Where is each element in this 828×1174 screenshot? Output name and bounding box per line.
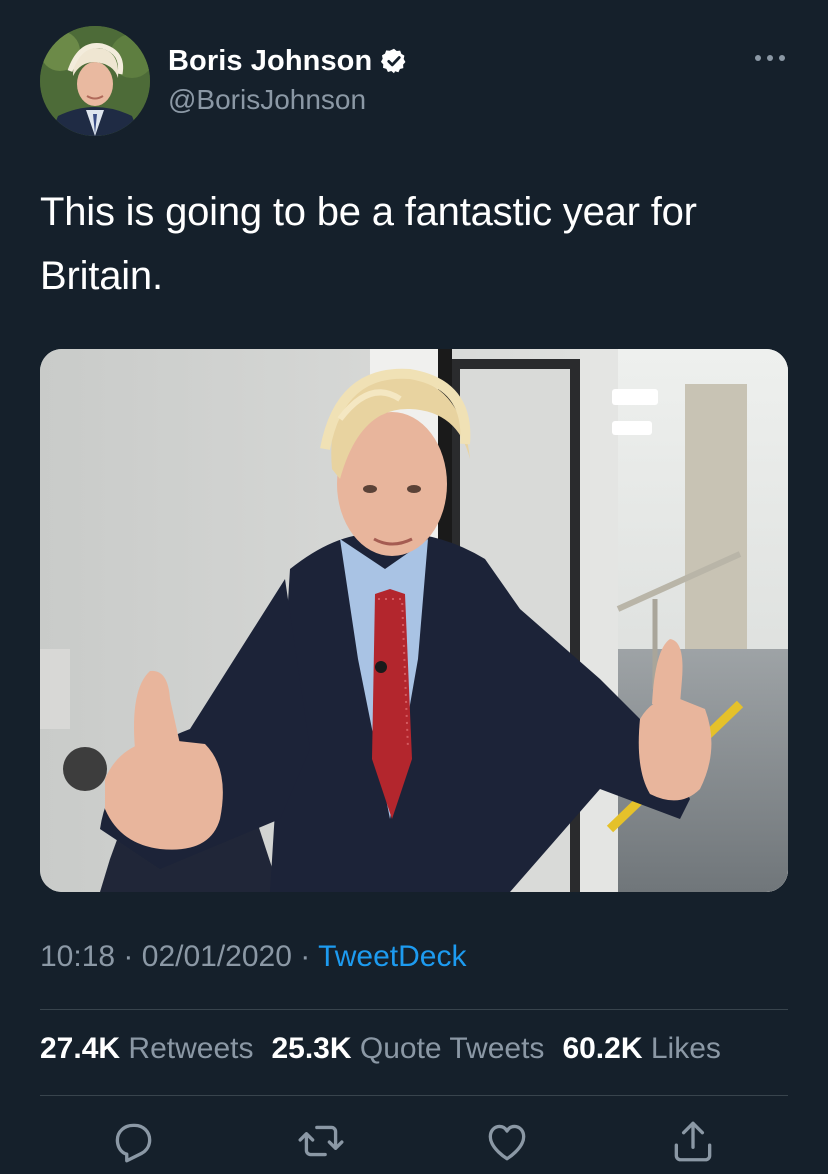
tweet-timestamp: 10:18 · 02/01/2020 · TweetDeck <box>40 940 466 974</box>
likes-stat[interactable]: 60.2K Likes <box>562 1032 720 1065</box>
reply-icon[interactable] <box>108 1116 158 1166</box>
meta-separator: · <box>123 940 134 973</box>
author-names[interactable]: Boris Johnson @BorisJohnson <box>168 42 408 116</box>
tweet-text-line: Britain. <box>40 254 163 298</box>
username-handle[interactable]: @BorisJohnson <box>168 84 408 116</box>
tweet-header: Boris Johnson @BorisJohnson <box>40 26 790 136</box>
tweet-actions <box>0 1116 828 1166</box>
meta-separator: · <box>300 940 311 973</box>
tweet-stats: 27.4K Retweets 25.3K Quote Tweets 60.2K Li… <box>40 1032 721 1066</box>
retweets-count: 27.4K <box>40 1032 121 1065</box>
quote-tweets-count: 25.3K <box>271 1032 352 1065</box>
retweets-label: Retweets <box>128 1032 254 1065</box>
display-name[interactable]: Boris Johnson <box>168 45 372 78</box>
share-icon[interactable] <box>668 1116 718 1166</box>
tweet-source-link[interactable]: TweetDeck <box>318 940 466 973</box>
tweet-text-line: This is going to be a fantastic year for <box>40 190 697 234</box>
divider <box>40 1095 788 1096</box>
quote-tweets-stat[interactable]: 25.3K Quote Tweets <box>271 1032 544 1065</box>
quote-tweets-label: Quote Tweets <box>359 1032 545 1065</box>
verified-badge-icon <box>381 48 406 74</box>
retweets-stat[interactable]: 27.4K Retweets <box>40 1032 253 1065</box>
likes-count: 60.2K <box>562 1032 643 1065</box>
more-options-icon[interactable] <box>750 48 790 68</box>
tweet-time[interactable]: 10:18 <box>40 940 115 973</box>
tweet-text: This is going to be a fantastic year for… <box>40 180 790 308</box>
divider <box>40 1009 788 1010</box>
avatar-photo <box>40 26 150 136</box>
avatar[interactable] <box>40 26 150 136</box>
photo-image <box>40 349 788 892</box>
tweet-date[interactable]: 02/01/2020 <box>142 940 292 973</box>
likes-label: Likes <box>650 1032 721 1065</box>
retweet-icon[interactable] <box>296 1116 346 1166</box>
tweet-photo[interactable] <box>40 349 788 892</box>
heart-icon[interactable] <box>482 1116 532 1166</box>
